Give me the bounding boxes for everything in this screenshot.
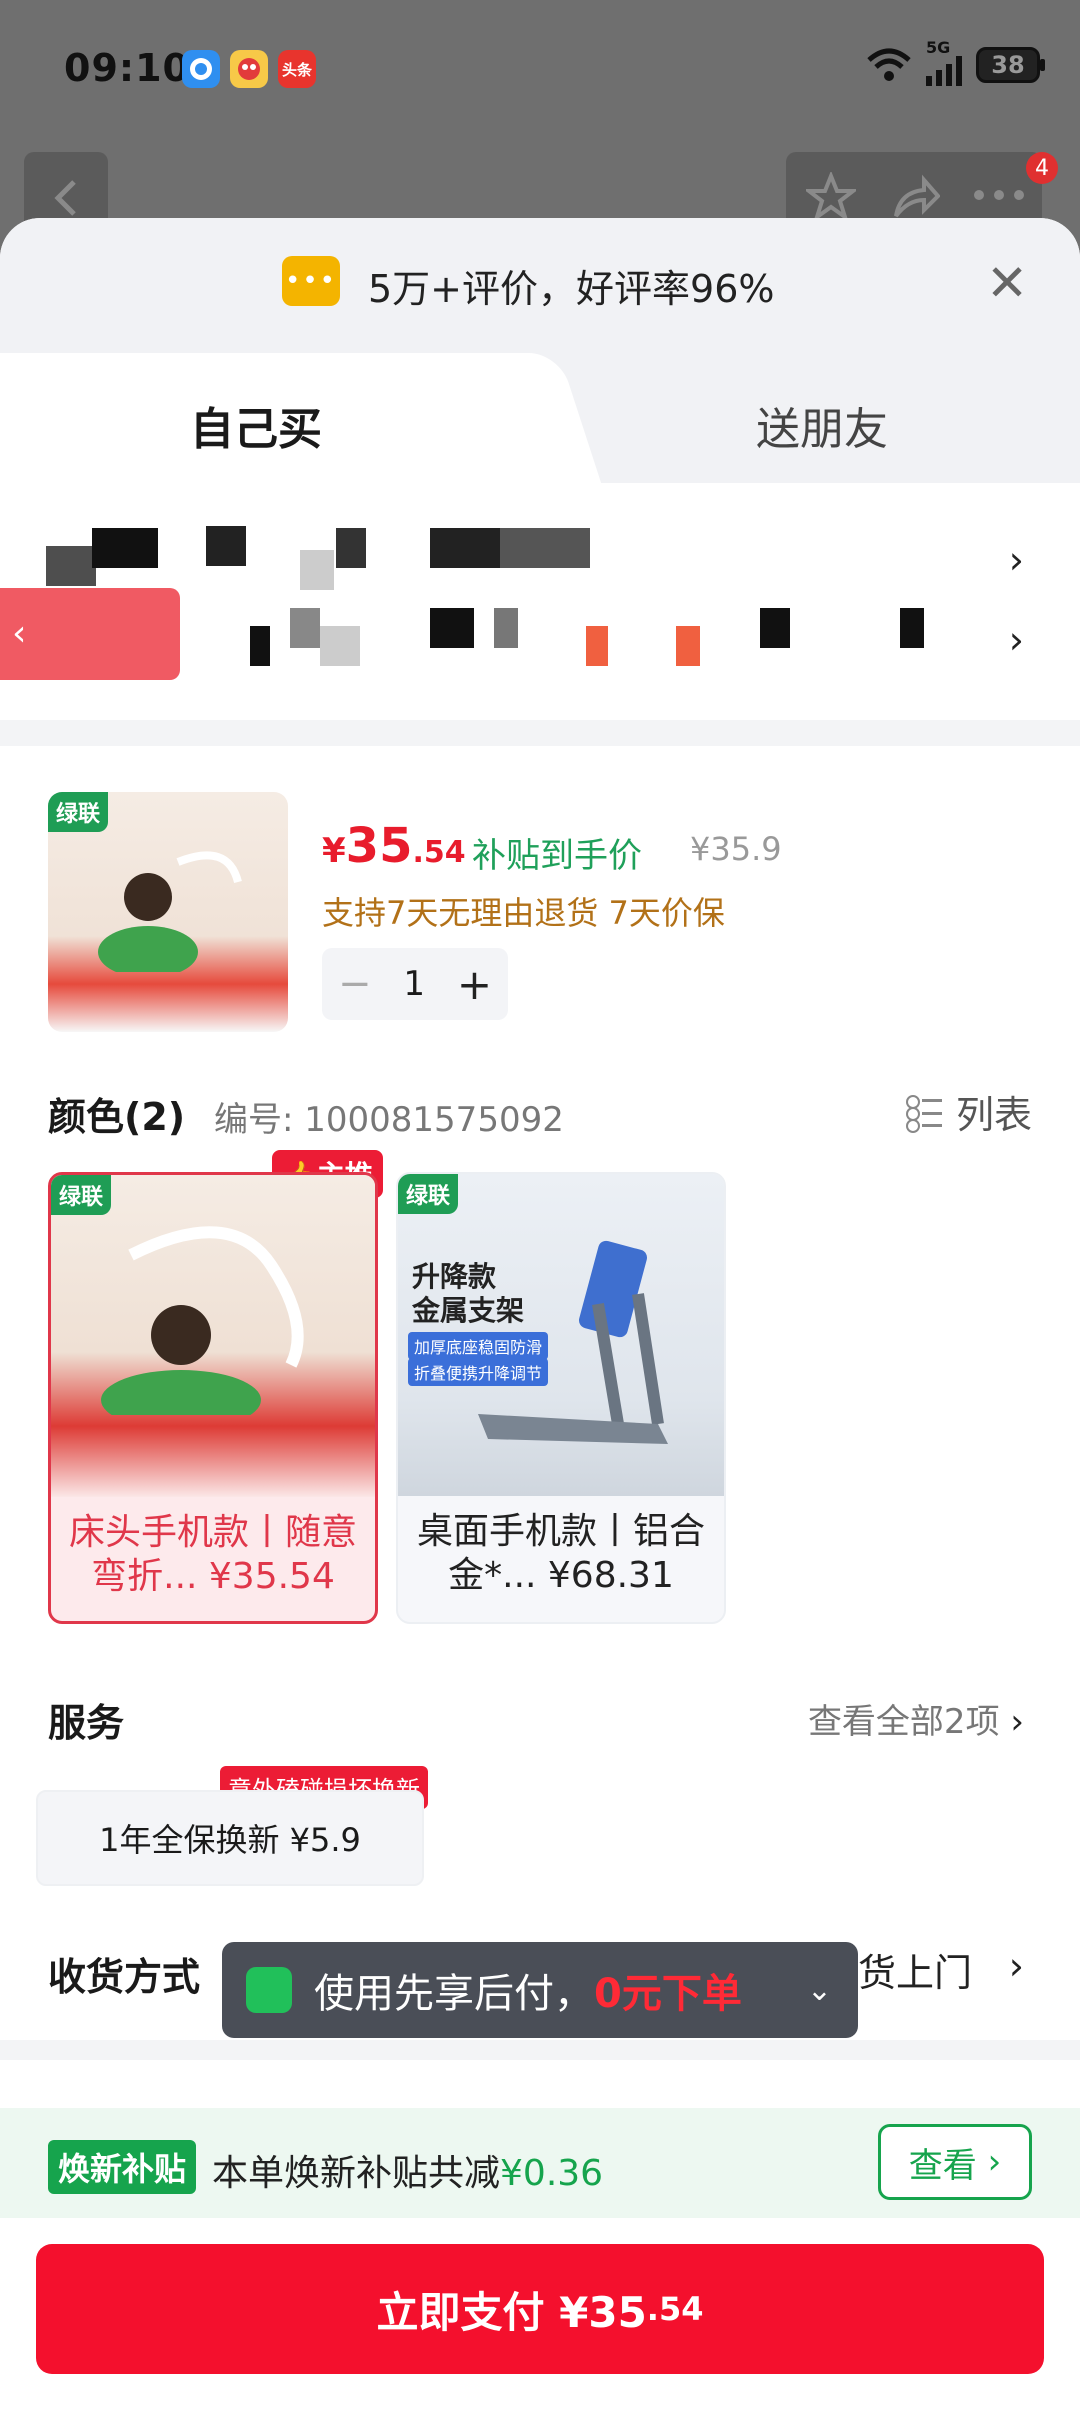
news-app-icon: 头条 — [278, 50, 316, 88]
subsidy-tag: 焕新补贴 — [48, 2140, 197, 2194]
network-type: 5G — [926, 38, 951, 57]
rating-summary: 5万+评价，好评率96% — [368, 267, 775, 311]
return-tag[interactable]: ‹ — [0, 588, 180, 680]
chevron-right-icon: › — [1008, 538, 1024, 582]
decrease-button[interactable]: − — [338, 961, 372, 1007]
color-section-title: 颜色(2) — [48, 1095, 186, 1139]
subsidy-amount: ¥0.36 — [500, 2153, 604, 2194]
chat-bubble-icon: ••• — [282, 256, 340, 306]
tab-gift-to-friend[interactable]: 送朋友 — [756, 393, 888, 457]
delivery-section-title: 收货方式 — [48, 1955, 201, 1999]
subsidy-bar: 焕新补贴 本单焕新补贴共减¥0.36 查看 › — [0, 2108, 1080, 2218]
view-subsidy-label: 查看 — [908, 2145, 977, 2186]
pay-now-decimal: .54 — [646, 2290, 704, 2328]
purchase-sheet: ••• 5万+评价，好评率96% ✕ 自己买 送朋友 › › ‹ 绿联 ¥35.… — [0, 218, 1080, 2411]
star-icon — [806, 172, 856, 222]
brand-logo: 绿联 — [48, 792, 109, 832]
return-policy: 支持7天无理由退货 7天价保 — [322, 894, 725, 932]
list-icon — [905, 1094, 942, 1133]
chevron-right-icon: › — [1008, 1944, 1024, 1988]
product-price: ¥35.54 — [322, 818, 466, 874]
close-icon[interactable]: ✕ — [986, 258, 1028, 308]
variant-image: 绿联 升降款 金属支架 加厚底座稳固防滑 折叠便携升降调节 — [398, 1174, 724, 1496]
browser-icon — [182, 50, 220, 88]
price-integer: 35 — [345, 818, 413, 874]
delivery-method[interactable]: 货上门 — [858, 1942, 972, 1997]
chevron-double-down-icon: ⌄ — [806, 1972, 832, 2008]
brand-logo: 绿联 — [398, 1174, 459, 1214]
status-time: 09:10 — [64, 46, 190, 90]
view-subsidy-button[interactable]: 查看 › — [878, 2124, 1032, 2200]
price-decimal: .54 — [412, 835, 466, 870]
tab-buy-for-self-label[interactable]: 自己买 — [190, 393, 322, 457]
variant-image: 绿联 — [51, 1175, 375, 1497]
service-view-all-label: 查看全部2项 — [807, 1702, 1000, 1742]
original-price: ¥35.9 — [690, 830, 782, 868]
variant-label: 桌面手机款丨铝合金*... ¥68.31 — [416, 1511, 705, 1596]
address-row-name[interactable]: › — [0, 518, 1080, 598]
system-indicators: 5G 38 — [866, 38, 1045, 86]
service-section-title: 服务 — [48, 1701, 125, 1745]
product-code: 编号: 100081575092 — [214, 1100, 564, 1140]
more-icon — [974, 190, 1024, 200]
brand-logo: 绿联 — [51, 1175, 112, 1215]
variant-option-bedside[interactable]: 绿联 床头手机款丨随意弯折... ¥35.54 — [48, 1172, 378, 1624]
section-divider — [0, 2040, 1080, 2060]
variant-option-desktop[interactable]: 绿联 升降款 金属支架 加厚底座稳固防滑 折叠便携升降调节 桌面手机款丨铝合金*… — [396, 1172, 726, 1624]
increase-button[interactable]: + — [457, 960, 492, 1009]
subsidy-text: 本单焕新补贴共减¥0.36 — [212, 2144, 603, 2196]
sheet-header: ••• 5万+评价，好评率96% ✕ — [0, 218, 1080, 353]
status-bar: 09:10 头条 5G 38 — [0, 0, 1080, 140]
battery-icon: 38 — [976, 47, 1045, 83]
subsidy-text-label: 本单焕新补贴共减 — [212, 2153, 501, 2194]
section-divider — [0, 720, 1080, 746]
toast-highlight: 0元下单 — [594, 1971, 742, 2017]
service-view-all[interactable]: 查看全部2项 › — [808, 1694, 1024, 1743]
notification-badge: 4 — [1026, 152, 1058, 184]
quantity-value: 1 — [403, 964, 425, 1004]
shopping-bag-icon — [246, 1967, 292, 2013]
game-app-icon — [230, 50, 268, 88]
cellular-signal-icon: 5G — [926, 38, 962, 86]
share-icon — [894, 174, 940, 218]
service-option-card[interactable]: 1年全保换新 ¥5.9 — [36, 1790, 424, 1886]
wifi-icon — [867, 48, 911, 81]
pay-later-toast[interactable]: 使用先享后付， 0元下单 ⌄ — [222, 1942, 858, 2038]
pay-now-label: 立即支付 ¥35 — [376, 2287, 647, 2337]
subsidy-price-label: 补贴到手价 — [472, 836, 642, 876]
chevron-right-icon: › — [1010, 1702, 1024, 1742]
list-view-button[interactable]: 列表 — [905, 1084, 1032, 1139]
price-symbol: ¥ — [322, 831, 346, 871]
chevron-right-icon: › — [1008, 618, 1024, 662]
toast-text: 使用先享后付， — [314, 1971, 594, 2017]
variant-label: 床头手机款丨随意弯折... ¥35.54 — [68, 1512, 357, 1597]
product-image: 绿联 — [48, 792, 288, 1032]
list-view-label: 列表 — [955, 1093, 1032, 1137]
quantity-stepper: − 1 + — [322, 948, 508, 1020]
purchase-tabs: 自己买 送朋友 — [0, 353, 1080, 483]
pay-now-button[interactable]: 立即支付 ¥35.54 — [36, 2244, 1044, 2374]
